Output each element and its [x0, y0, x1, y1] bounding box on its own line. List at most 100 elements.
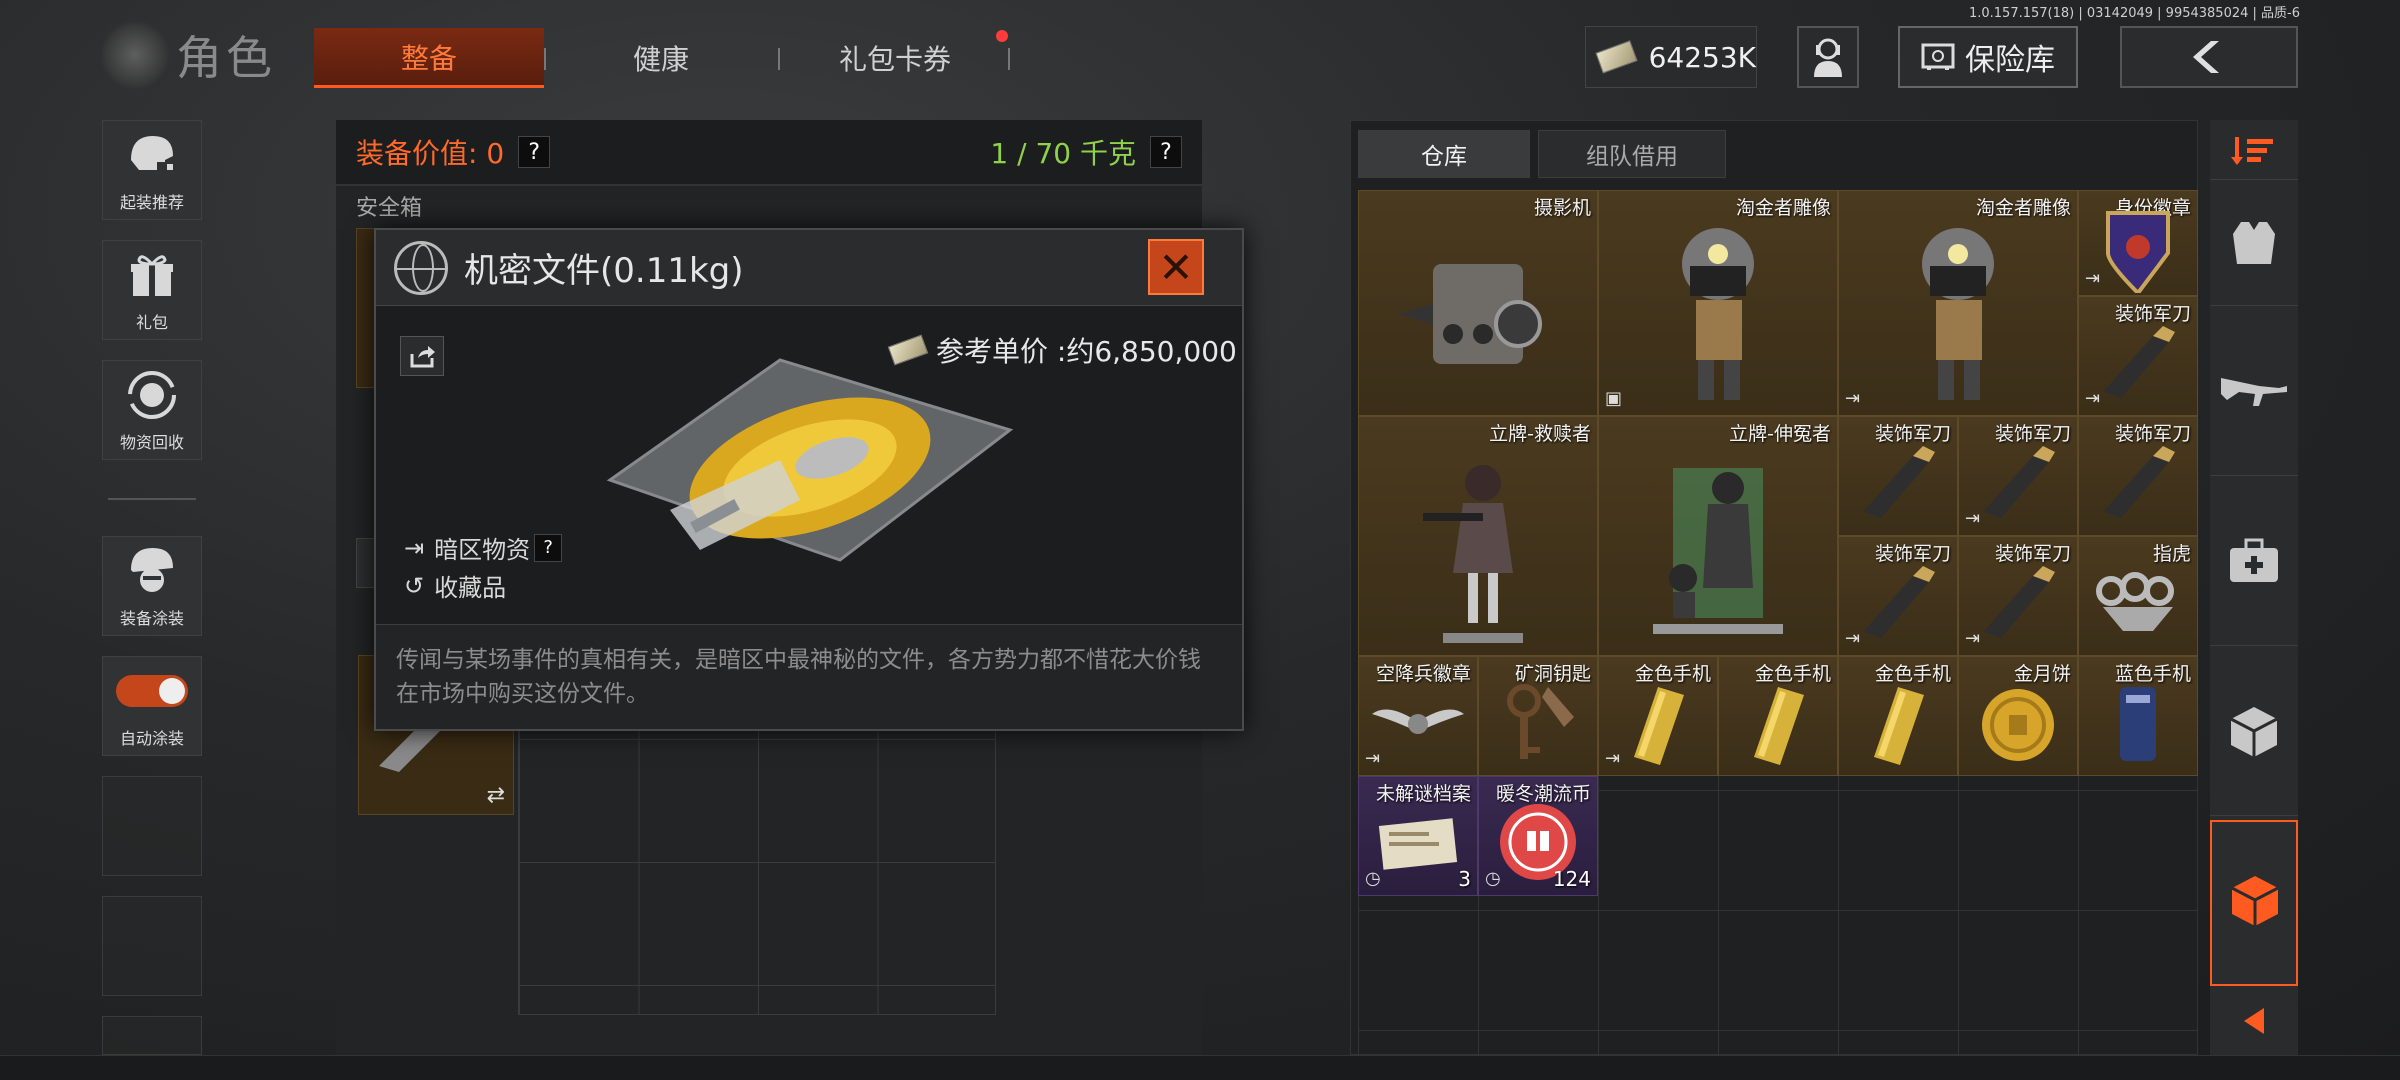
crate-icon: [2230, 706, 2278, 757]
inventory-item[interactable]: 金色手机: [1718, 656, 1838, 776]
inventory-item[interactable]: 未解谜档案 ◷ 3: [1358, 776, 1478, 896]
value-help-button[interactable]: ?: [518, 136, 551, 168]
item-name: 空降兵徽章: [1375, 663, 1471, 685]
tab-gift-coupons[interactable]: 礼包卡券: [780, 28, 1010, 88]
tag-dark-zone: ⇥ 暗区物资 ?: [404, 530, 563, 565]
dark-zone-icon: ⇥: [1845, 628, 1861, 649]
tab-warehouse[interactable]: 仓库: [1358, 130, 1530, 178]
tab-team-borrow[interactable]: 组队借用: [1538, 130, 1726, 178]
gold-digger-statue-icon: [1682, 228, 1754, 401]
notification-dot: [996, 30, 1008, 42]
inventory-item[interactable]: 摄影机: [1358, 190, 1598, 416]
inventory-item[interactable]: 装饰军刀: [2078, 416, 2198, 536]
back-button[interactable]: [2120, 26, 2298, 88]
collapse-arrow-icon: [2244, 1008, 2264, 1034]
collapse-rail-button[interactable]: [2210, 988, 2298, 1054]
sidebar-item-label: 自动涂装: [119, 729, 184, 748]
weight-display: 1 / 70 千克 ?: [990, 132, 1182, 172]
classified-disk-image: [606, 358, 1014, 562]
sidebar-item-loadout-recommend[interactable]: 起装推荐: [102, 120, 202, 220]
inventory-item[interactable]: 装饰军刀 ⇥: [1958, 536, 2078, 656]
item-name: 立牌-伸冤者: [1729, 423, 1831, 445]
sidebar-item-label: 物资回收: [119, 433, 184, 452]
gold-digger-statue-icon: [1922, 228, 1994, 401]
inventory-item[interactable]: 矿洞钥匙: [1478, 656, 1598, 776]
dialog-header: 机密文件(0.11kg): [376, 230, 1242, 306]
gift-icon: [131, 255, 173, 296]
tab-prepare[interactable]: 整备: [314, 28, 544, 88]
inventory-item[interactable]: 立牌-伸冤者: [1598, 416, 1838, 656]
category-weapons[interactable]: [2210, 306, 2298, 476]
sidebar-empty-slot: [102, 1016, 202, 1055]
dark-zone-help-button[interactable]: ?: [534, 533, 563, 562]
sidebar-item-recycle[interactable]: 物资回收: [102, 360, 202, 460]
inventory-item[interactable]: 立牌-救赎者: [1358, 416, 1598, 656]
sidebar-item-equipment-skin[interactable]: 装备涂装: [102, 536, 202, 636]
inventory-item[interactable]: 暖冬潮流币 ◷ 124: [1478, 776, 1598, 896]
sidebar-item-auto-skin[interactable]: 自动涂装: [102, 656, 202, 756]
dark-zone-icon: ⇥: [2085, 268, 2101, 289]
inventory-item[interactable]: 身份徽章 ⇥: [2078, 190, 2198, 296]
version-text: 1.0.157.157(18) | 03142049 | 9954385024 …: [1968, 6, 2300, 21]
recycle-icon: [128, 371, 176, 419]
inventory-item[interactable]: 装饰军刀 ⇥: [1838, 536, 1958, 656]
category-all[interactable]: [2210, 120, 2298, 180]
inventory-item[interactable]: 淘金者雕像 ⇥: [1838, 190, 2078, 416]
safe-box-slot[interactable]: [356, 228, 376, 388]
rifle-icon: [2221, 377, 2287, 406]
vault-button[interactable]: 保险库: [1898, 26, 2078, 88]
collectible-crate-icon: [2231, 876, 2279, 926]
inventory-item[interactable]: 空降兵徽章 ⇥: [1358, 656, 1478, 776]
tab-health[interactable]: 健康: [546, 28, 776, 88]
page-title: 角色: [176, 31, 276, 85]
inventory-item[interactable]: 装饰军刀 ⇥: [2078, 296, 2198, 416]
inventory-item[interactable]: 蓝色手机: [2078, 656, 2198, 776]
gold-phone-icon: [1634, 686, 1684, 765]
sidebar-item-label: 起装推荐: [119, 193, 184, 212]
auto-skin-toggle[interactable]: [116, 675, 188, 707]
gold-phone-icon: [1874, 686, 1924, 765]
item-name: 未解谜档案: [1375, 783, 1471, 805]
standee-redeemer-icon: [1423, 464, 1523, 643]
helmet-icon: [131, 136, 173, 170]
knife-icon: [1863, 565, 1935, 638]
inventory-item[interactable]: 金色手机: [1838, 656, 1958, 776]
category-armor[interactable]: [2210, 180, 2298, 306]
cash-icon: [1595, 40, 1638, 74]
category-medical[interactable]: [2210, 476, 2298, 646]
character-title: 角色: [100, 20, 280, 90]
knife-icon: [2103, 325, 2175, 398]
item-count: 3: [1458, 867, 1471, 891]
blue-phone-icon: [2120, 686, 2156, 761]
inventory-item[interactable]: 装饰军刀 ⇥: [1958, 416, 2078, 536]
knife-icon: [1983, 445, 2055, 518]
tag-label: 收藏品: [434, 574, 507, 602]
inventory-item[interactable]: 淘金者雕像 ▣: [1598, 190, 1838, 416]
sidebar-empty-slot: [102, 896, 202, 996]
currency-display[interactable]: 64253K: [1585, 26, 1757, 88]
dark-zone-icon: ⇥: [1365, 748, 1381, 769]
category-collectibles[interactable]: [2210, 820, 2298, 986]
backpack-slot[interactable]: [356, 538, 376, 588]
inventory-item[interactable]: 装饰军刀: [1838, 416, 1958, 536]
dark-zone-icon: ⇥: [1845, 388, 1861, 409]
bottom-bar: [0, 1055, 2400, 1080]
box-icon: ▣: [1605, 388, 1623, 409]
share-button[interactable]: [400, 336, 444, 376]
item-count: 124: [1552, 867, 1591, 891]
close-icon: ✕: [1158, 242, 1194, 292]
close-button[interactable]: ✕: [1148, 239, 1204, 295]
gold-phone-icon: [1754, 686, 1804, 765]
weight-help-button[interactable]: ?: [1150, 136, 1182, 168]
dark-zone-icon: ⇥: [1605, 748, 1621, 769]
tab-divider: [1008, 48, 1010, 70]
support-agent-button[interactable]: [1797, 26, 1859, 88]
sidebar-item-gift-pack[interactable]: 礼包: [102, 240, 202, 340]
category-supplies[interactable]: [2210, 646, 2298, 816]
inventory-item[interactable]: 金色手机 ⇥: [1598, 656, 1718, 776]
inventory-item[interactable]: 指虎: [2078, 536, 2198, 656]
item-description: 传闻与某场事件的真相有关，是暗区中最神秘的文件，各方势力都不惜花大价钱在市场中购…: [376, 624, 1242, 729]
currency-amount: 64253K: [1648, 40, 1756, 74]
inventory-item[interactable]: 金月饼: [1958, 656, 2078, 776]
sidebar-divider: [108, 498, 196, 500]
